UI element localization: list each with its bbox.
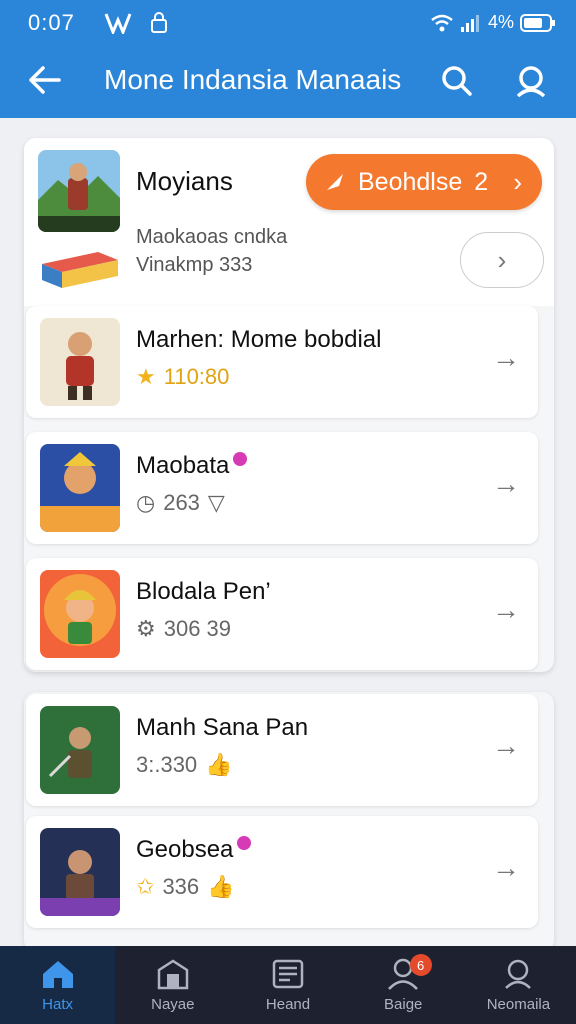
- signal-icon: [460, 14, 479, 32]
- list-item[interactable]: Manh Sana Pan 3:.330 👍 →: [26, 694, 538, 806]
- search-button[interactable]: [436, 60, 478, 102]
- game-thumbnail: [40, 706, 120, 794]
- list-item[interactable]: Maobata ◷ 263 ▽ →: [26, 432, 538, 544]
- arrow-right-icon: →: [492, 730, 520, 761]
- gear-icon: ⚙: [136, 616, 156, 641]
- featured-card[interactable]: Moyians Beohdlse 2 › Maokaoas cndka Vina…: [24, 138, 554, 306]
- thumbs-up-icon: 👍: [207, 874, 235, 899]
- item-meta: 263: [163, 490, 200, 515]
- item-title: Maobata: [136, 452, 230, 479]
- list-item[interactable]: Marhen: Mome bobdial ★ 110:80 →: [26, 306, 538, 418]
- new-dot: [233, 452, 248, 466]
- bundle-label: Beohdlse: [358, 167, 463, 196]
- featured-subtitle-2: Vinakmp 333: [136, 254, 253, 276]
- notification-badge: 6: [409, 954, 432, 976]
- battery-icon: [520, 13, 555, 32]
- search-icon: [442, 66, 472, 96]
- nav-news[interactable]: Heand: [230, 946, 345, 1024]
- rocket-icon: [327, 174, 343, 190]
- game-thumbnail: [40, 318, 120, 406]
- nav-profile[interactable]: Neomaila: [461, 946, 576, 1024]
- featured-subtitle: Maokaoas cndka: [136, 226, 288, 248]
- item-meta: 110:80: [163, 364, 230, 389]
- notification-icon: [104, 13, 132, 34]
- home-icon: [42, 960, 73, 988]
- thumbs-up-icon: 👍: [205, 752, 233, 777]
- game-thumbnail: [38, 150, 120, 232]
- page-title: Mone Indansia Manaais: [104, 64, 402, 95]
- news-icon: [272, 959, 304, 988]
- user-icon: [516, 66, 546, 98]
- nav-store[interactable]: Nayae: [115, 946, 230, 1024]
- clock-icon: ◷: [136, 490, 156, 515]
- bundle-count: 2: [474, 167, 489, 196]
- nav-label: Neomaila: [486, 995, 551, 1013]
- arrow-right-icon: →: [492, 852, 520, 883]
- item-meta: 306 39: [163, 616, 232, 641]
- chevron-right-icon: ›: [513, 166, 522, 197]
- bundle-button[interactable]: Beohdlse 2 ›: [306, 154, 542, 210]
- new-dot: [237, 836, 252, 850]
- status-time: 0:07: [28, 10, 75, 35]
- app-bar: Mone Indansia Manaais: [0, 44, 576, 118]
- nav-badges[interactable]: 6 Baige: [346, 946, 461, 1024]
- game-list-group-1: Moyians Beohdlse 2 › Maokaoas cndka Vina…: [24, 138, 554, 672]
- store-icon: [157, 959, 189, 989]
- item-meta: 3:.330: [136, 752, 198, 777]
- lock-icon: [151, 12, 167, 33]
- arrow-right-icon: →: [492, 594, 520, 625]
- featured-more-button[interactable]: ›: [460, 232, 544, 288]
- item-meta: 336: [162, 874, 200, 899]
- game-list-group-2: Manh Sana Pan 3:.330 👍 → Geobsea ✩ 336 👍…: [24, 692, 554, 952]
- item-title: Geobsea: [136, 836, 234, 863]
- star-outline-icon: ✩: [136, 874, 155, 899]
- battery-percent: 4%: [487, 12, 514, 32]
- nav-label: Nayae: [151, 995, 195, 1013]
- arrow-left-icon: [29, 66, 61, 94]
- item-title: Manh Sana Pan: [136, 714, 309, 741]
- down-icon: ▽: [207, 490, 225, 515]
- nav-label: Baige: [384, 995, 423, 1013]
- list-item[interactable]: Blodala Pen’ ⚙ 306 39 →: [26, 558, 538, 670]
- arrow-right-icon: →: [492, 342, 520, 373]
- chevron-right-icon: ›: [497, 244, 507, 275]
- item-title: Blodala Pen’: [136, 578, 271, 605]
- game-thumbnail: [40, 828, 120, 916]
- account-button[interactable]: [510, 60, 552, 102]
- list-item[interactable]: Geobsea ✩ 336 👍 →: [26, 816, 538, 928]
- bottom-nav: Hatx Nayae Heand 6 Baige Neomaila: [0, 946, 576, 1024]
- game-thumbnail: [40, 444, 120, 532]
- nav-label: Hatx: [42, 995, 74, 1013]
- wifi-icon: [431, 14, 453, 31]
- back-button[interactable]: [24, 60, 64, 100]
- item-title: Marhen: Mome bobdial: [136, 326, 382, 353]
- status-bar: 0:07 4%: [0, 0, 576, 44]
- game-box-art: [38, 242, 120, 292]
- nav-home[interactable]: Hatx: [0, 946, 116, 1024]
- featured-title: Moyians: [136, 166, 233, 196]
- nav-label: Heand: [265, 995, 311, 1013]
- profile-icon: [505, 959, 532, 989]
- arrow-right-icon: →: [492, 468, 520, 499]
- star-icon: ★: [136, 364, 156, 389]
- game-thumbnail: [40, 570, 120, 658]
